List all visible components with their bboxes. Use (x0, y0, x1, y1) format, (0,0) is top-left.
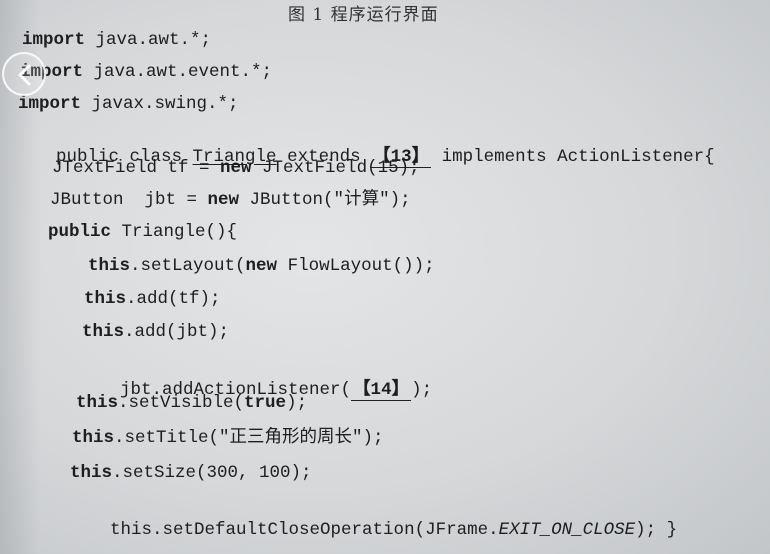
code-line-14: this.setSize(300, 100); (70, 463, 312, 483)
code-line-7: public Triangle(){ (48, 222, 238, 242)
code-line-8: this.setLayout(new FlowLayout()); (88, 256, 435, 276)
code-line-13: this.setTitle("正三角形的周长"); (72, 428, 384, 448)
set-close-operation-end: ); } (635, 520, 678, 540)
code-line-6: JButton jbt = new JButton("计算"); (50, 190, 411, 210)
code-line-9: this.add(tf); (84, 289, 221, 309)
code-line-10: this.add(jbt); (82, 322, 230, 342)
chevron-left-icon (18, 64, 31, 86)
code-line-3: import javax.swing.*; (18, 94, 239, 114)
exit-on-close-constant: EXIT_ON_CLOSE (498, 520, 636, 540)
set-close-operation-call: this.setDefaultCloseOperation(JFrame. (110, 520, 499, 540)
implements-clause: implements ActionListener{ (431, 147, 715, 167)
blank-14: 【14】 (351, 380, 412, 401)
previous-image-button[interactable] (2, 52, 46, 96)
code-line-12: this.setVisible(true); (76, 393, 308, 413)
add-listener-close: ); (411, 380, 433, 400)
figure-caption: 图 1 程序运行界面 (288, 5, 439, 25)
document-photo: 图 1 程序运行界面 import java.awt.*; import jav… (0, 0, 770, 554)
code-line-5: JTextField tf = new JTextField(15); (52, 158, 420, 178)
code-line-1: import java.awt.*; (22, 30, 212, 50)
code-line-2: import java.awt.event.*; (20, 62, 273, 82)
code-line-15: this.setDefaultCloseOperation(JFrame.EXI… (68, 500, 677, 554)
